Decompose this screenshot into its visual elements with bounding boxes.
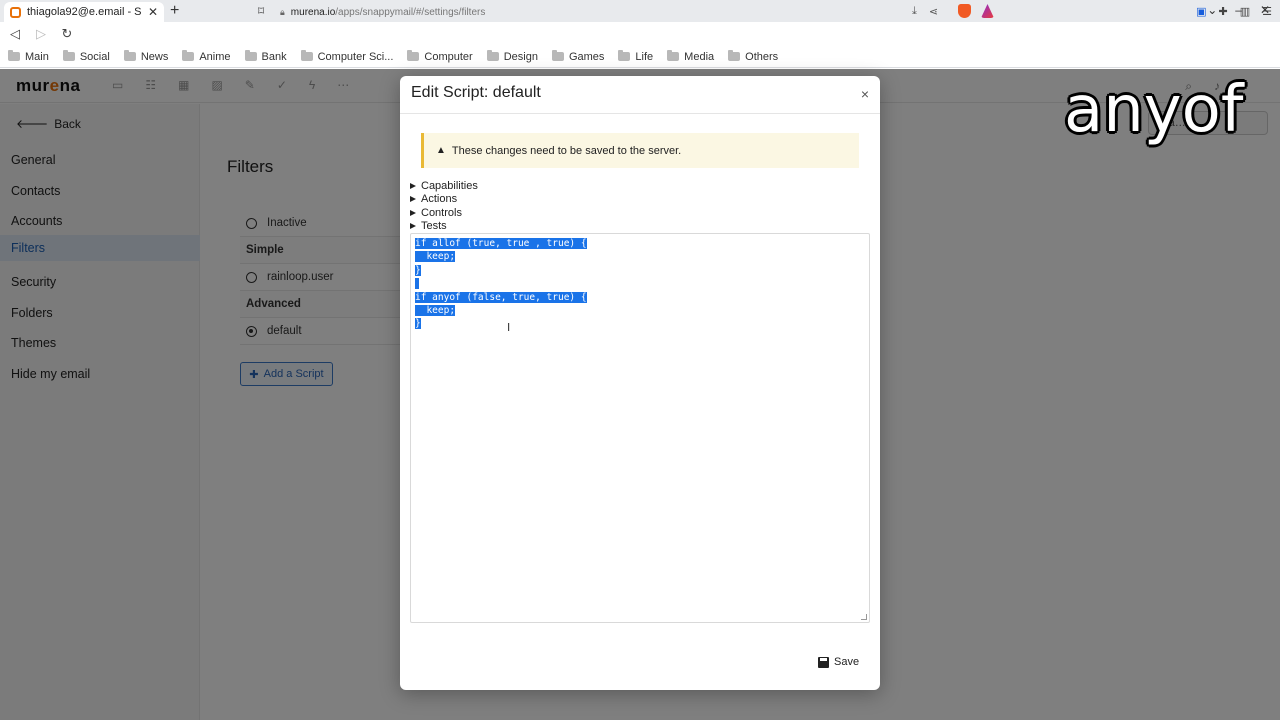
folder-icon (62, 50, 75, 61)
browser-tab[interactable]: thiagola92@e.email - Setti ✕ (4, 2, 164, 22)
bookmark-icon[interactable]: ⌑ (258, 4, 264, 18)
text-cursor-icon: I (507, 321, 511, 334)
snappymail-favicon-icon (10, 6, 21, 18)
script-reference-sections: Capabilities Actions Controls Tests (410, 179, 478, 233)
folder-icon (244, 50, 257, 61)
save-button[interactable]: Save (818, 656, 859, 668)
reload-icon[interactable]: ↻ (56, 26, 78, 42)
back-icon[interactable]: ◁ (4, 26, 26, 42)
folder-icon (486, 50, 499, 61)
dialog-header: Edit Script: default × (400, 76, 880, 114)
extensions-puzzle-icon[interactable]: ✚ (1219, 5, 1228, 18)
save-disk-icon (818, 656, 829, 668)
section-capabilities[interactable]: Capabilities (410, 179, 478, 193)
edit-script-dialog: Edit Script: default × ▲ These changes n… (400, 76, 880, 690)
folder-icon (300, 50, 313, 61)
bookmark-folder[interactable]: Anime (182, 50, 231, 63)
code-line (415, 277, 865, 290)
disclosure-triangle-icon (410, 223, 416, 230)
close-tab-icon[interactable]: ✕ (148, 5, 158, 19)
bookmark-folder[interactable]: Main (8, 50, 49, 63)
section-tests[interactable]: Tests (410, 220, 478, 234)
bookmark-folder[interactable]: Media (667, 50, 714, 63)
sidebar-toggle-icon[interactable]: ▥ (1240, 5, 1250, 18)
script-editor[interactable]: if allof (true, true , true) { keep; } i… (410, 233, 870, 623)
bookmark-folder[interactable]: Design (486, 50, 538, 63)
folder-icon (667, 50, 680, 61)
close-icon[interactable]: × (861, 86, 869, 102)
folder-icon (182, 50, 195, 61)
section-controls[interactable]: Controls (410, 206, 478, 220)
bookmark-folder[interactable]: Life (618, 50, 653, 63)
install-icon[interactable]: ⤓ (912, 5, 917, 18)
address-bar-icons: ⤓ ⋖ (912, 5, 938, 18)
tab-title: thiagola92@e.email - Setti (27, 6, 142, 18)
code-line: if anyof (false, true, true) { (415, 291, 587, 303)
url-domain: murena.io (290, 6, 336, 18)
bookmark-folder[interactable]: Bank (244, 50, 287, 63)
section-actions[interactable]: Actions (410, 193, 478, 207)
code-line: keep; (415, 251, 456, 263)
code-line: } (415, 318, 421, 330)
bitwarden-icon[interactable]: ▣ (1196, 5, 1206, 18)
share-icon[interactable]: ⋖ (929, 5, 938, 18)
bookmark-folder[interactable]: Computer Sci... (300, 50, 393, 63)
disclosure-triangle-icon (410, 182, 416, 189)
new-tab-icon[interactable]: + (170, 2, 179, 20)
bookmark-folder[interactable]: Others (728, 50, 778, 63)
brave-shields-icon[interactable] (958, 4, 971, 18)
address-bar[interactable]: 🔒︎ murena.io/apps/snappymail/#/settings/… (280, 3, 1000, 21)
forward-icon[interactable]: ▷ (30, 26, 52, 42)
brave-rewards-icon[interactable] (981, 4, 994, 18)
menu-icon[interactable]: ☰ (1262, 5, 1272, 18)
disclosure-triangle-icon (410, 209, 416, 216)
bookmark-folder[interactable]: Games (551, 50, 604, 63)
folder-icon (407, 50, 420, 61)
brave-icons (958, 4, 994, 18)
folder-icon (551, 50, 564, 61)
video-caption: anyof (1064, 73, 1244, 147)
bookmark-folder[interactable]: News (123, 50, 168, 63)
unsaved-changes-alert: ▲ These changes need to be saved to the … (421, 133, 859, 168)
browser-toolbar: ◁ ▷ ↻ (0, 22, 1280, 46)
code-line: if allof (true, true , true) { (415, 238, 587, 249)
folder-icon (123, 50, 136, 61)
bookmark-folder[interactable]: Social (62, 50, 110, 63)
lock-icon: 🔒︎ (280, 6, 285, 17)
warning-icon: ▲ (436, 145, 446, 156)
code-line: keep; (415, 304, 456, 316)
resize-handle[interactable] (861, 614, 867, 620)
bookmarks-bar: Main Social News Anime Bank Computer Sci… (0, 46, 1280, 68)
url-path: /apps/snappymail/#/settings/filters (335, 6, 486, 18)
dialog-title: Edit Script: default (411, 84, 541, 101)
bookmark-folder[interactable]: Computer (407, 50, 473, 63)
folder-icon (618, 50, 631, 61)
folder-icon (728, 50, 741, 61)
code-line: } (415, 264, 421, 276)
folder-icon (8, 50, 20, 61)
disclosure-triangle-icon (410, 196, 416, 203)
extension-icons: ▣ ✚ ▥ ☰ (1196, 5, 1272, 18)
